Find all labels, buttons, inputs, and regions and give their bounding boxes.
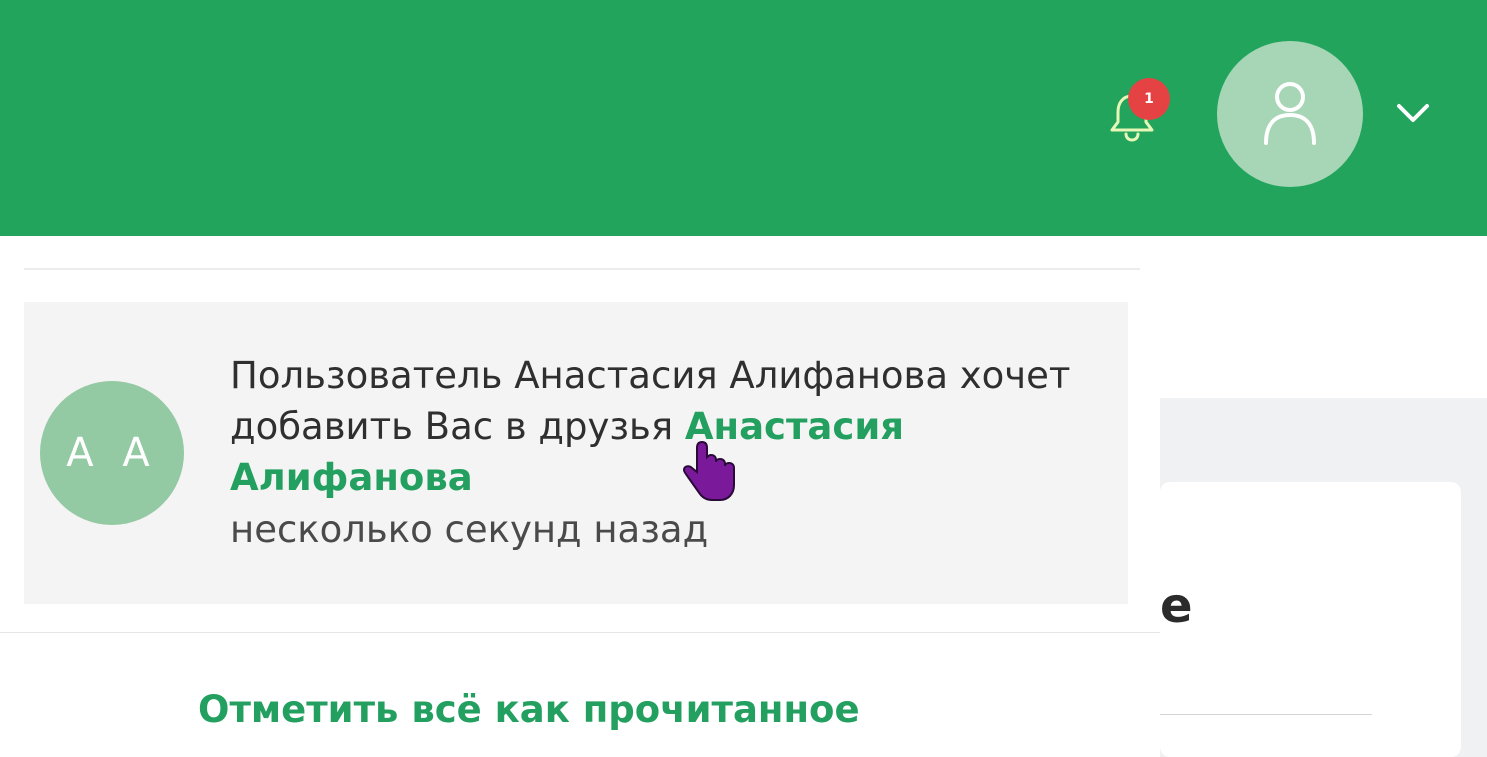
user-icon <box>1264 82 1316 145</box>
top-header: 1 <box>0 0 1487 236</box>
hand-cursor-icon <box>682 440 735 501</box>
notification-message: Пользователь Анастасия Алифанова хочет д… <box>230 350 1110 503</box>
notification-message-text: Пользователь Анастасия Алифанова хочет д… <box>230 354 1071 448</box>
notifications-dropdown: A A Пользователь Анастасия Алифанова хоч… <box>0 236 1160 757</box>
page-card <box>1160 482 1461 757</box>
notification-count-badge: 1 <box>1128 78 1170 120</box>
page-heading-partial: е <box>1160 578 1193 634</box>
mark-all-read-button[interactable]: Отметить всё как прочитанное <box>198 688 860 731</box>
sender-avatar: A A <box>40 381 184 525</box>
notification-timestamp: несколько секунд назад <box>230 508 709 551</box>
dropdown-divider <box>24 268 1140 270</box>
chevron-down-icon[interactable] <box>1393 98 1433 128</box>
page-divider <box>1160 714 1372 715</box>
notification-item[interactable]: A A Пользователь Анастасия Алифанова хоч… <box>24 302 1128 604</box>
user-avatar-button[interactable] <box>1217 41 1363 187</box>
dropdown-divider <box>0 632 1160 633</box>
notifications-button[interactable]: 1 <box>1104 78 1170 144</box>
